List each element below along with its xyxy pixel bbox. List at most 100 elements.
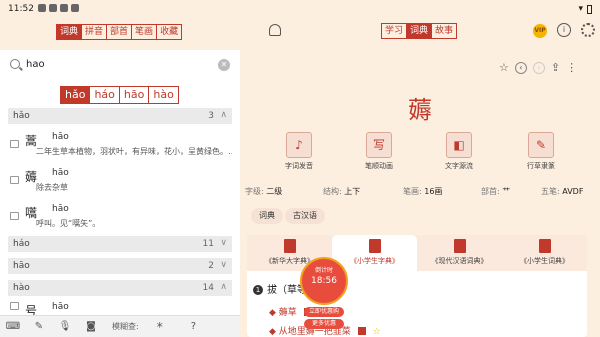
- etymology-icon: ◧: [446, 132, 472, 158]
- book-icon: [283, 239, 296, 253]
- tab-stories[interactable]: 故事: [432, 24, 456, 38]
- search-input[interactable]: hao: [26, 59, 45, 70]
- dict-tab[interactable]: 《现代汉语词典》: [417, 235, 502, 271]
- status-bar: 11:52 ▾: [0, 0, 600, 18]
- book-icon: [453, 239, 466, 253]
- meta-wubi: 五笔: AVDF: [541, 186, 583, 197]
- feature-stroke-animation[interactable]: 写 笔顺动画: [349, 132, 409, 171]
- status-time: 11:52: [8, 4, 34, 14]
- tone-option[interactable]: háo: [90, 87, 120, 103]
- countdown-label: 倒计时: [314, 267, 333, 274]
- tab-pinyin[interactable]: 拼音: [82, 25, 108, 39]
- meta-label: 笔画:: [403, 187, 422, 196]
- tone-option[interactable]: hǎo: [61, 87, 91, 103]
- alarm-clock-icon: 倒计时 18:56: [300, 257, 348, 305]
- buy-discount-button[interactable]: 立即优惠购: [304, 307, 344, 317]
- meta-strokes: 笔画: 16画: [403, 186, 442, 197]
- book-icon: [10, 176, 19, 184]
- tone-option[interactable]: hāo: [120, 87, 150, 103]
- feature-label: 行草隶篆: [527, 162, 555, 170]
- keyboard-icon[interactable]: ⌨: [0, 321, 26, 332]
- meta-label: 字级:: [245, 187, 264, 196]
- search-icon: [10, 59, 20, 69]
- book-icon: [538, 239, 551, 253]
- feature-label: 文字源流: [445, 162, 473, 170]
- chevron-down-icon: ∨: [220, 238, 227, 248]
- share-icon[interactable]: ⇪: [551, 61, 560, 74]
- entry-pinyin: hāo: [52, 168, 69, 178]
- group-label: háo: [13, 239, 30, 249]
- result-group-header[interactable]: hāo 2 ∨: [8, 258, 232, 274]
- info-icon[interactable]: i: [557, 23, 571, 37]
- left-tabs: 词典 拼音 部首 笔画 收藏: [56, 24, 183, 40]
- result-group-header[interactable]: hào 14 ∧: [8, 280, 232, 296]
- list-item[interactable]: 嚆 hāo 呼叫。见“嚆矢”。: [8, 200, 232, 236]
- dict-tab-label: 《小学生词典》: [520, 257, 569, 265]
- result-group-header[interactable]: háo 11 ∨: [8, 236, 232, 252]
- source-pill[interactable]: 词典: [251, 208, 283, 224]
- battery-icon: [587, 4, 592, 14]
- group-count: 2: [208, 261, 214, 271]
- book-icon: [10, 140, 19, 148]
- list-item[interactable]: 蒿 hāo 二年生草本植物，羽状叶，有异味，花小，呈黄绿色。…: [8, 128, 232, 164]
- promo-widget[interactable]: 倒计时 18:56 立即优惠购 更多优惠: [296, 257, 352, 335]
- help-button[interactable]: ?: [191, 321, 196, 332]
- tone-option[interactable]: hào: [149, 87, 177, 103]
- bell-icon[interactable]: [269, 24, 281, 36]
- notification-icon: [60, 4, 68, 12]
- more-icon[interactable]: ⋮: [566, 61, 577, 74]
- meta-value: 16画: [424, 187, 443, 196]
- meta-structure: 结构: 上下: [323, 186, 360, 197]
- tab-strokes[interactable]: 笔画: [132, 25, 158, 39]
- main-tabs: 学习 词典 故事: [381, 23, 458, 39]
- feature-pronunciation[interactable]: ♪ 字词发音: [269, 132, 329, 171]
- tab-dictionary[interactable]: 词典: [57, 25, 83, 39]
- meta-radical: 部首: 艹: [481, 186, 510, 197]
- book-icon: [10, 302, 19, 310]
- more-offers-button[interactable]: 更多优惠: [304, 319, 344, 329]
- clear-icon[interactable]: ✕: [218, 59, 230, 71]
- list-item[interactable]: 薅 hāo 除去杂草: [8, 164, 232, 200]
- tone-selector: hǎo háo hāo hào: [60, 86, 179, 104]
- handwriting-icon[interactable]: ✎: [26, 321, 52, 332]
- feature-calligraphy[interactable]: ✎ 行草隶篆: [511, 132, 571, 171]
- dict-tab[interactable]: 《小学生词典》: [502, 235, 587, 271]
- tab-favorites[interactable]: 收藏: [157, 25, 181, 39]
- search-panel: hao ✕ hǎo háo hāo hào hǎo 3 ∧ 蒿 hāo 二年生草…: [0, 50, 240, 337]
- vip-badge[interactable]: VIP: [533, 24, 547, 38]
- notification-icon: [71, 4, 79, 12]
- entry-nav: ☆ ‹ › ⇪ ⋮: [499, 61, 577, 74]
- result-group-header[interactable]: hǎo 3 ∧: [8, 108, 232, 124]
- group-label: hāo: [13, 261, 30, 271]
- star-icon[interactable]: ☆: [373, 327, 381, 337]
- book-icon: [368, 239, 381, 253]
- entry-pinyin: hāo: [52, 204, 69, 214]
- next-icon[interactable]: ›: [532, 61, 545, 74]
- feature-etymology[interactable]: ◧ 文字源流: [429, 132, 489, 171]
- meta-value: AVDF: [562, 187, 584, 196]
- camera-icon[interactable]: ◙: [78, 321, 104, 332]
- speaker-icon[interactable]: [357, 327, 366, 335]
- meta-value: 上下: [344, 187, 361, 196]
- tab-dictionary-main[interactable]: 词典: [407, 24, 433, 38]
- speaker-icon: ♪: [286, 132, 312, 158]
- notification-icon: [38, 4, 46, 12]
- group-count: 14: [202, 283, 214, 293]
- star-icon[interactable]: ☆: [499, 61, 509, 74]
- tab-study[interactable]: 学习: [382, 24, 408, 38]
- group-label: hào: [13, 283, 30, 293]
- writing-icon: 写: [366, 132, 392, 158]
- source-pill[interactable]: 古汉语: [285, 208, 325, 224]
- search-bar[interactable]: hao ✕: [8, 56, 232, 76]
- list-item[interactable]: 号 hāo: [8, 298, 232, 318]
- status-right: ▾: [578, 4, 592, 14]
- group-count: 3: [208, 111, 214, 121]
- microphone-icon[interactable]: 🎙: [52, 321, 78, 332]
- gear-icon[interactable]: [581, 23, 595, 37]
- prev-icon[interactable]: ‹: [514, 61, 527, 74]
- tab-radical[interactable]: 部首: [107, 25, 133, 39]
- wildcard-button[interactable]: *: [157, 320, 163, 334]
- feature-label: 笔顺动画: [365, 162, 393, 170]
- entry-definition: 除去杂草: [36, 183, 68, 192]
- headword: 薅: [408, 96, 432, 124]
